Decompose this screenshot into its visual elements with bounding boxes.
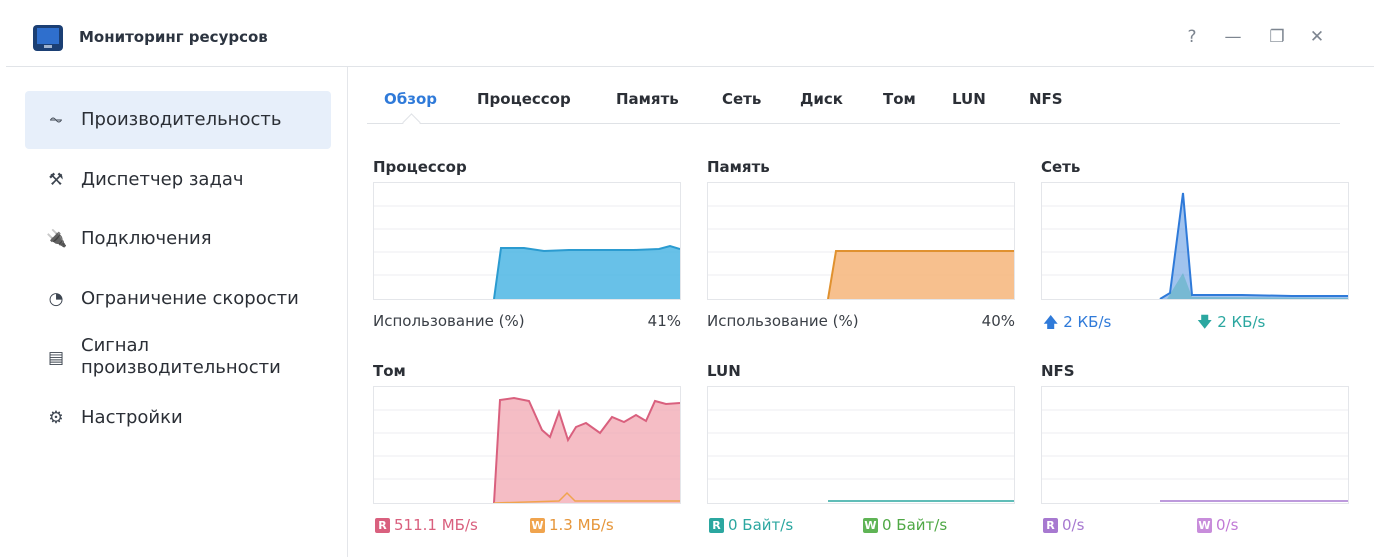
task-manager-icon: ⚒ [48,170,64,190]
help-button[interactable]: ? [1180,25,1204,49]
memory-usage-label: Использование (%) [707,312,859,330]
panel-title: LUN [707,362,741,380]
tab-lun[interactable]: LUN [952,90,986,108]
nfs-write: W 0/s [1197,516,1238,534]
tab-disk[interactable]: Диск [800,90,843,108]
write-badge-icon: W [863,518,878,533]
resource-monitor-app-icon [33,25,63,51]
tab-bar: Обзор Процессор Память Сеть Диск Том LUN… [367,74,1340,132]
sidebar-item-label: Производительность [81,109,282,130]
nfs-write-value: 0/s [1216,516,1239,534]
network-download: 🡇 2 КБ/s [1197,312,1265,337]
lun-read: R 0 Байт/s [709,516,793,534]
lun-write-value: 0 Байт/s [882,516,948,534]
volume-read-value: 511.1 МБ/s [394,516,478,534]
read-badge-icon: R [709,518,724,533]
window-title: Мониторинг ресурсов [79,28,268,46]
sidebar-item-label: Ограничение скорости [81,288,299,309]
volume-read: R 511.1 МБ/s [375,516,478,534]
network-upload: 🡅 2 КБ/s [1043,312,1111,337]
network-download-value: 2 КБ/s [1217,313,1266,331]
tab-volume[interactable]: Том [883,90,916,108]
alert-document-icon: ▤ [47,348,65,368]
nfs-read-value: 0/s [1062,516,1085,534]
network-upload-value: 2 КБ/s [1063,313,1112,331]
gear-icon: ⚙ [48,408,64,428]
performance-chart-icon: ⏦ [49,110,63,130]
cpu-usage-value: 41% [647,312,681,330]
tab-memory[interactable]: Память [616,90,679,108]
panel-title: Память [707,158,770,176]
cpu-chart [373,182,681,300]
panel-title: Том [373,362,406,380]
sidebar-item-speed-limit[interactable]: ◔ Ограничение скорости [25,270,331,328]
nfs-read: R 0/s [1043,516,1084,534]
memory-chart [707,182,1015,300]
sidebar: ⏦ Производительность ⚒ Диспетчер задач 🔌… [6,67,348,557]
speed-gauge-icon: ◔ [48,289,64,309]
lun-read-value: 0 Байт/s [728,516,794,534]
sidebar-item-performance-alert[interactable]: ▤ Сигнал производительности [25,329,331,387]
lun-write: W 0 Байт/s [863,516,947,534]
minimize-button[interactable]: — [1221,25,1245,49]
restore-button[interactable]: ❐ [1265,25,1289,49]
write-badge-icon: W [1197,518,1212,533]
title-bar: Мониторинг ресурсов ? — ❐ ✕ [6,8,1374,67]
sidebar-item-label: Сигнал производительности [81,335,281,378]
sidebar-item-task-manager[interactable]: ⚒ Диспетчер задач [25,151,331,209]
tab-network[interactable]: Сеть [722,90,761,108]
volume-write-value: 1.3 МБ/s [549,516,614,534]
arrow-up-icon: 🡅 [1043,313,1059,331]
sidebar-item-label: Диспетчер задач [81,169,244,190]
volume-write: W 1.3 МБ/s [530,516,614,534]
tab-cpu[interactable]: Процессор [477,90,571,108]
panel-title: Процессор [373,158,467,176]
sidebar-item-label: Настройки [81,407,183,428]
nfs-chart [1041,386,1349,504]
plug-icon: 🔌 [46,229,68,249]
volume-chart [373,386,681,504]
read-badge-icon: R [1043,518,1058,533]
tab-overview[interactable]: Обзор [384,90,437,108]
tab-nfs[interactable]: NFS [1029,90,1063,108]
close-button[interactable]: ✕ [1305,25,1329,49]
sidebar-item-connections[interactable]: 🔌 Подключения [25,210,331,268]
cpu-usage-label: Использование (%) [373,312,525,330]
network-chart [1041,182,1349,300]
arrow-down-icon: 🡇 [1197,313,1213,331]
lun-chart [707,386,1015,504]
panel-title: Сеть [1041,158,1081,176]
sidebar-item-label: Подключения [81,228,212,249]
sidebar-item-settings[interactable]: ⚙ Настройки [25,389,331,447]
read-badge-icon: R [375,518,390,533]
sidebar-item-performance[interactable]: ⏦ Производительность [25,91,331,149]
write-badge-icon: W [530,518,545,533]
memory-usage-value: 40% [981,312,1015,330]
panel-title: NFS [1041,362,1075,380]
